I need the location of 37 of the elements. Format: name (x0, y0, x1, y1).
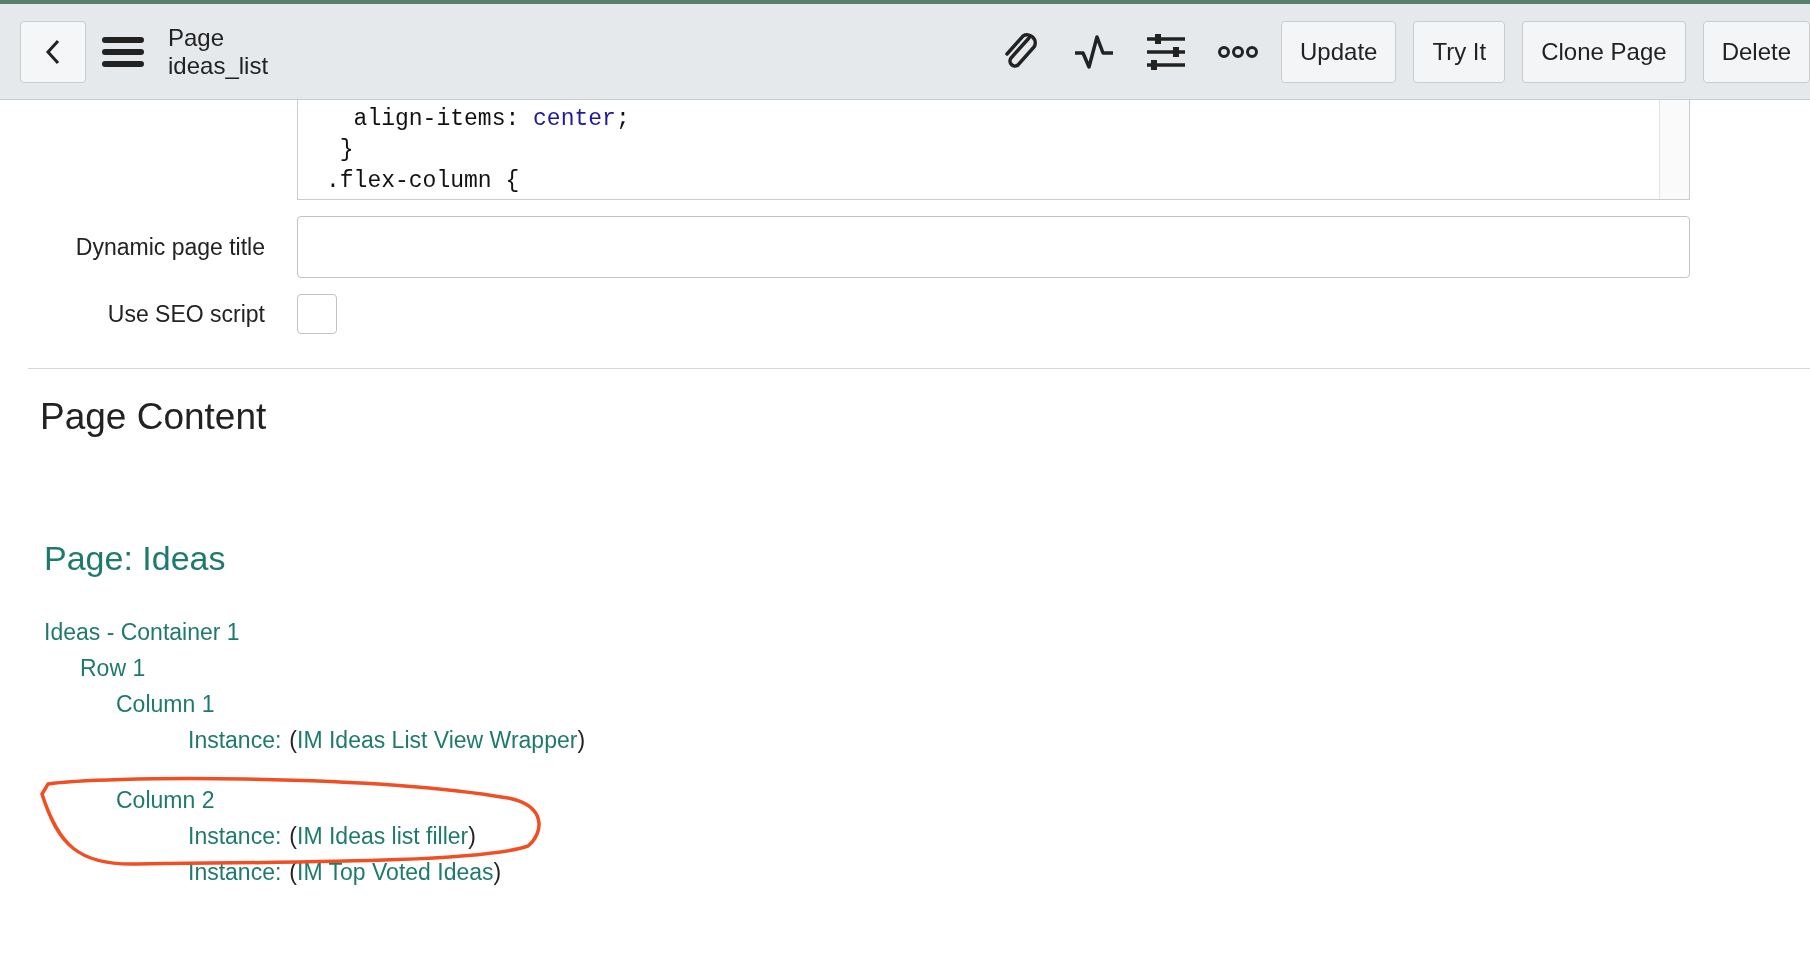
tree-node-link[interactable]: Row 1 (80, 649, 146, 686)
parenthesis: ( (289, 821, 297, 851)
tree-node-link[interactable]: Column 1 (116, 685, 215, 722)
sliders-icon[interactable] (1145, 31, 1188, 72)
instance-link[interactable]: IM Ideas list filler (297, 817, 469, 854)
parenthesis: ( (289, 725, 297, 755)
menu-icon[interactable] (102, 34, 144, 69)
parenthesis: ) (468, 821, 476, 851)
code-editor[interactable]: align-items: center; } .flex-column { (297, 100, 1690, 200)
instance-label: Instance: (188, 725, 282, 755)
field-label: Dynamic page title (74, 232, 265, 262)
field-label: Use SEO script (106, 299, 265, 329)
header-button[interactable]: Try It (1413, 20, 1506, 83)
more-icon[interactable] (1217, 44, 1260, 59)
page-type-label: Page (168, 23, 226, 52)
back-button[interactable] (20, 20, 86, 83)
parenthesis: ) (493, 857, 502, 887)
instance-link[interactable]: IM Top Voted Ideas (297, 853, 494, 890)
code-line: .flex-column { (326, 167, 521, 196)
code-line: } (338, 136, 355, 165)
header-button[interactable]: Update (1281, 20, 1397, 83)
tree-node-link[interactable]: Ideas - Container 1 (44, 613, 240, 650)
header-button[interactable]: Clone Page (1522, 20, 1686, 83)
checkbox[interactable] (297, 294, 337, 334)
code-line: align-items: center; (352, 105, 631, 134)
text-input-field[interactable] (297, 216, 1690, 278)
instance-link[interactable]: IM Ideas List View Wrapper (297, 721, 578, 758)
instance-label: Instance: (188, 857, 282, 887)
pulse-icon[interactable] (1073, 32, 1116, 71)
parenthesis: ( (289, 857, 297, 887)
page-id-label: ideas_list (168, 51, 269, 80)
parenthesis: ) (577, 725, 586, 755)
header-button[interactable]: Delete (1702, 20, 1810, 83)
section-heading: Page Content (40, 395, 268, 439)
instance-label: Instance: (188, 821, 282, 851)
tree-node-link[interactable]: Column 2 (116, 781, 215, 818)
chevron-left-icon (45, 38, 61, 65)
